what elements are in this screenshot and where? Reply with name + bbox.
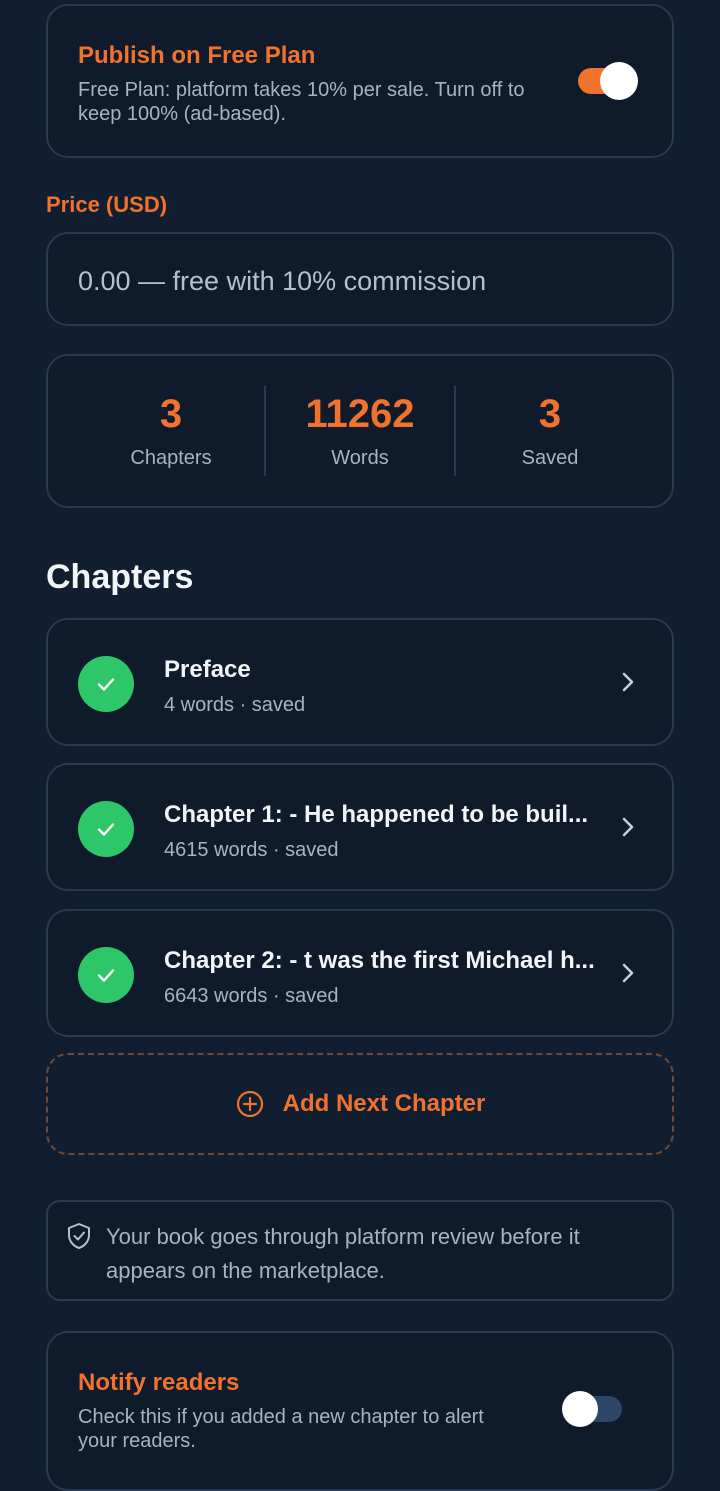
chapter-title: Chapter 1: - He happened to be buil... [164, 801, 589, 828]
publish-free-plan-title: Publish on Free Plan [78, 42, 316, 69]
notify-readers-description: Check this if you added a new chapter to… [78, 1406, 484, 1452]
chapter-title: Preface [164, 656, 251, 683]
stat-saved-label: Saved [521, 447, 579, 469]
chapter-meta: 4615 words · saved [164, 839, 339, 861]
notify-readers-title: Notify readers [78, 1369, 240, 1396]
price-input-placeholder: 0.00 — free with 10% commission [78, 266, 487, 296]
stat-chapters-label: Chapters [130, 447, 212, 469]
stat-words-label: Words [331, 447, 389, 469]
check-icon [78, 656, 134, 712]
publish-free-plan-description: Free Plan: platform takes 10% per sale. … [78, 79, 525, 125]
toggle-knob [600, 62, 638, 100]
review-notice-text: Your book goes through platform review b… [106, 1224, 580, 1283]
stat-words-value: 11262 [305, 392, 415, 436]
notify-readers-toggle[interactable] [562, 1391, 622, 1427]
publish-free-plan-card: Publish on Free Plan Free Plan: platform… [46, 4, 674, 158]
price-input[interactable]: 0.00 — free with 10% commission [46, 232, 674, 326]
check-icon [78, 801, 134, 857]
stat-saved: 3 Saved [455, 356, 645, 470]
chapter-item-2[interactable]: Chapter 2: - t was the first Michael h..… [46, 909, 674, 1037]
plus-circle-icon [235, 1089, 265, 1119]
stat-chapters: 3 Chapters [76, 356, 266, 470]
review-notice: Your book goes through platform review b… [46, 1200, 674, 1301]
chevron-right-icon [620, 670, 636, 699]
chapters-heading: Chapters [46, 558, 194, 596]
shield-check-icon [66, 1222, 92, 1255]
price-label: Price (USD) [46, 192, 168, 217]
add-next-chapter-label: Add Next Chapter [282, 1090, 486, 1117]
toggle-knob [562, 1391, 598, 1427]
chevron-right-icon [620, 961, 636, 990]
stat-words: 11262 Words [265, 356, 455, 470]
stat-saved-value: 3 [538, 392, 562, 436]
chapter-item-preface[interactable]: Preface 4 words · saved [46, 618, 674, 746]
notify-readers-card: Notify readers Check this if you added a… [46, 1331, 674, 1491]
stat-chapters-value: 3 [159, 392, 183, 436]
chapter-title: Chapter 2: - t was the first Michael h..… [164, 947, 595, 974]
chapter-meta: 6643 words · saved [164, 985, 339, 1007]
chevron-right-icon [620, 815, 636, 844]
check-icon [78, 947, 134, 1003]
stats-card: 3 Chapters 11262 Words 3 Saved [46, 354, 674, 508]
chapter-item-1[interactable]: Chapter 1: - He happened to be buil... 4… [46, 763, 674, 891]
publish-free-plan-toggle[interactable] [578, 62, 638, 100]
add-next-chapter-button[interactable]: Add Next Chapter [46, 1053, 674, 1155]
chapter-meta: 4 words · saved [164, 694, 306, 716]
